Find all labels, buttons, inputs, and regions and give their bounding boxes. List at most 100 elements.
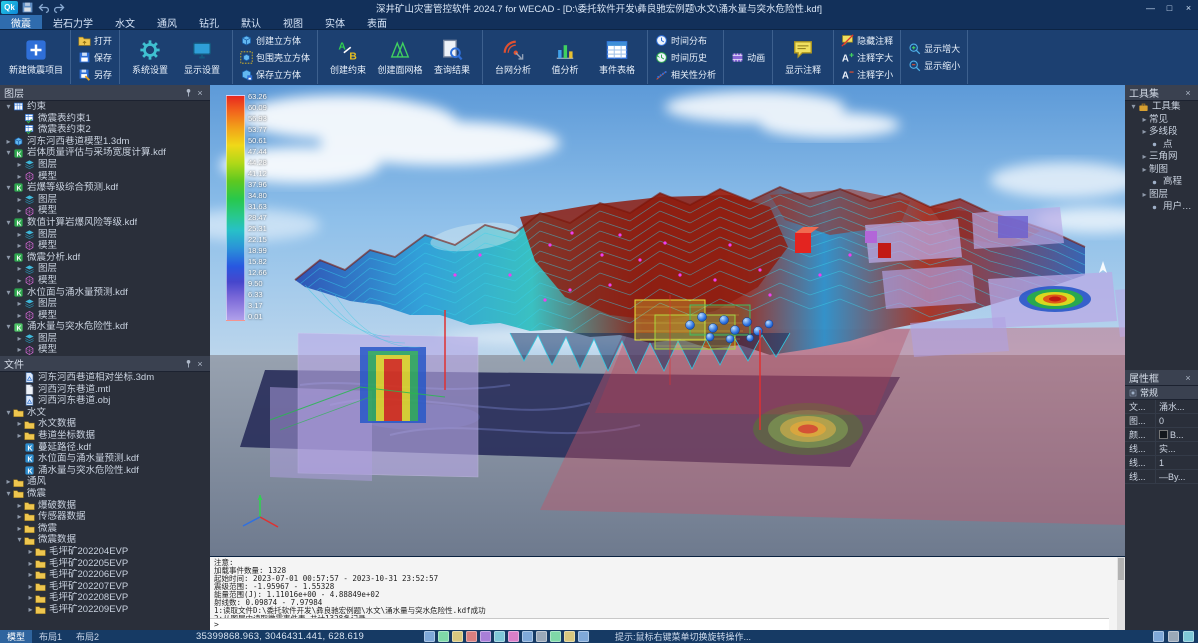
property-value[interactable]: B... (1156, 430, 1198, 440)
property-value[interactable]: 1 (1156, 458, 1198, 468)
layer-tree-item[interactable]: ▸模型 (0, 171, 210, 183)
file-tree-item[interactable]: ▾微震数据 (0, 534, 210, 546)
workspace-icon[interactable] (578, 631, 589, 642)
expander-closed-icon[interactable]: ▸ (15, 205, 24, 217)
expander-closed-icon[interactable]: ▸ (15, 344, 24, 356)
selection-icon[interactable] (536, 631, 547, 642)
ribbon-button-clock[interactable]: 时间分布 (652, 32, 710, 48)
polar-icon[interactable] (466, 631, 477, 642)
settings-icon[interactable] (1153, 631, 1164, 642)
expander-closed-icon[interactable]: ▸ (15, 418, 24, 430)
property-row[interactable]: 颜...B... (1125, 428, 1198, 442)
isolate-icon[interactable] (1168, 631, 1179, 642)
app-logo[interactable]: Qk (1, 1, 18, 14)
layer-tree-item[interactable]: ▾约束 (0, 101, 210, 113)
ribbon-button-save[interactable]: 保存 (75, 49, 115, 65)
ribbon-button-note-off[interactable]: 隐藏注释 (838, 32, 896, 48)
expander-open-icon[interactable]: ▾ (4, 407, 13, 419)
expander-closed-icon[interactable]: ▸ (1140, 151, 1149, 163)
ribbon-button-saveas[interactable]: 另存 (75, 66, 115, 82)
ribbon-button-monitor[interactable]: 显示设置 (176, 38, 228, 77)
expander-closed-icon[interactable]: ▸ (1140, 189, 1149, 201)
property-row[interactable]: 文...涌水... (1125, 400, 1198, 414)
layer-tree-item[interactable]: ▸图层 (0, 229, 210, 241)
layer-tree-item[interactable]: ▾K岩爆等级综合预测.kdf (0, 182, 210, 194)
property-value[interactable]: —By... (1156, 472, 1198, 482)
expander-open-icon[interactable]: ▾ (4, 217, 13, 229)
snap-icon[interactable] (438, 631, 449, 642)
file-tree-item[interactable]: ▸毛坪矿202206EVP (0, 569, 210, 581)
expander-closed-icon[interactable]: ▸ (26, 558, 35, 570)
file-tree-item[interactable]: 河东河西巷道相对坐标.3dm (0, 372, 210, 384)
expander-closed-icon[interactable]: ▸ (15, 310, 24, 322)
file-tree-item[interactable]: 河西河东巷道.obj (0, 395, 210, 407)
ribbon-button-cube[interactable]: 创建立方体 (237, 32, 304, 48)
file-tree-item[interactable]: ▸爆破数据 (0, 500, 210, 512)
expander-closed-icon[interactable]: ▸ (15, 511, 24, 523)
close-button[interactable]: × (1179, 0, 1198, 15)
property-row[interactable]: 图...0 (1125, 414, 1198, 428)
menu-tab-表面[interactable]: 表面 (356, 15, 398, 29)
expander-closed-icon[interactable]: ▸ (15, 275, 24, 287)
toolset-tree-item[interactable]: ▸多线段 (1125, 126, 1198, 139)
ribbon-button-mesh[interactable]: 创建面网格 (374, 38, 426, 77)
file-tree-item[interactable]: ▸毛坪矿202208EVP (0, 592, 210, 604)
grid-icon[interactable] (424, 631, 435, 642)
expander-open-icon[interactable]: ▾ (4, 488, 13, 500)
file-tree-item[interactable]: ▸毛坪矿202209EVP (0, 604, 210, 616)
layer-tree-item[interactable]: ▸图层 (0, 333, 210, 345)
console-scroll-thumb[interactable] (1118, 558, 1124, 580)
layer-tree-item[interactable]: ▸模型 (0, 205, 210, 217)
expander-closed-icon[interactable]: ▸ (1140, 114, 1149, 126)
expander-closed-icon[interactable]: ▸ (4, 476, 13, 488)
layer-tree-item[interactable]: ▸图层 (0, 159, 210, 171)
expander-closed-icon[interactable]: ▸ (1140, 164, 1149, 176)
pin-icon[interactable] (182, 358, 194, 370)
expander-closed-icon[interactable]: ▸ (15, 430, 24, 442)
ribbon-button-zoom-out[interactable]: 显示缩小 (905, 58, 963, 74)
layer-tree-item[interactable]: ▾K水位面与涌水量预测.kdf (0, 287, 210, 299)
toolset-tree-item[interactable]: ▸三角网 (1125, 151, 1198, 164)
layer-tree-item[interactable]: ▾K微震分析.kdf (0, 252, 210, 264)
ribbon-button-font-plus[interactable]: A注释字大 (838, 49, 896, 65)
ribbon-button-open[interactable]: 打开 (75, 32, 115, 48)
layer-tree-item[interactable]: ▸河东河西巷道模型1.3dm (0, 136, 210, 148)
quick-undo-icon[interactable] (37, 1, 50, 14)
properties-section[interactable]: 常规 (1125, 386, 1198, 400)
ribbon-button-query[interactable]: 查询结果 (426, 38, 478, 77)
expander-closed-icon[interactable]: ▸ (26, 569, 35, 581)
file-tree-item[interactable]: ▸通风 (0, 476, 210, 488)
file-tree-item[interactable]: ▸传感器数据 (0, 511, 210, 523)
expander-open-icon[interactable]: ▾ (4, 182, 13, 194)
layout-tab-布局2[interactable]: 布局2 (69, 630, 106, 643)
layer-tree-item[interactable]: ▾K数值计算岩爆风险等级.kdf (0, 217, 210, 229)
layer-tree-item[interactable]: ▾K涌水量与突水危险性.kdf (0, 321, 210, 333)
expander-closed-icon[interactable]: ▸ (15, 298, 24, 310)
layer-tree-item[interactable]: ▸图层 (0, 194, 210, 206)
expander-open-icon[interactable]: ▾ (1129, 101, 1138, 113)
close-panel-icon[interactable]: × (194, 87, 206, 99)
expander-closed-icon[interactable]: ▸ (15, 333, 24, 345)
expander-closed-icon[interactable]: ▸ (26, 581, 35, 593)
file-tree-item[interactable]: K水位面与涌水量预测.kdf (0, 453, 210, 465)
toolset-tree-item[interactable]: ▸制图 (1125, 164, 1198, 177)
file-tree-item[interactable]: ▸水文数据 (0, 418, 210, 430)
ribbon-button-cube-save[interactable]: 保存立方体 (237, 66, 304, 82)
expander-closed-icon[interactable]: ▸ (15, 500, 24, 512)
menu-tab-视图[interactable]: 视图 (272, 15, 314, 29)
track-icon[interactable] (494, 631, 505, 642)
menu-tab-钻孔[interactable]: 钻孔 (188, 15, 230, 29)
expander-open-icon[interactable]: ▾ (4, 252, 13, 264)
expander-closed-icon[interactable]: ▸ (15, 229, 24, 241)
layer-tree-item[interactable]: ▸图层 (0, 298, 210, 310)
expander-closed-icon[interactable]: ▸ (15, 523, 24, 535)
close-panel-icon[interactable]: × (194, 358, 206, 370)
layer-tree-item[interactable]: 微震表约束1 (0, 113, 210, 125)
toolset-tree-item[interactable]: ▸图层 (1125, 189, 1198, 202)
menu-tab-岩石力学[interactable]: 岩石力学 (42, 15, 104, 29)
close-panel-icon[interactable]: × (1182, 87, 1194, 99)
toolset-tree-item[interactable]: 用户扩展 (1125, 201, 1198, 214)
quick-save-icon[interactable] (21, 1, 34, 14)
viewport-3d[interactable]: 63.2660.0956.9353.7750.6147.4444.2841.12… (210, 85, 1125, 556)
file-tree-item[interactable]: 河西河东巷道.mtl (0, 384, 210, 396)
